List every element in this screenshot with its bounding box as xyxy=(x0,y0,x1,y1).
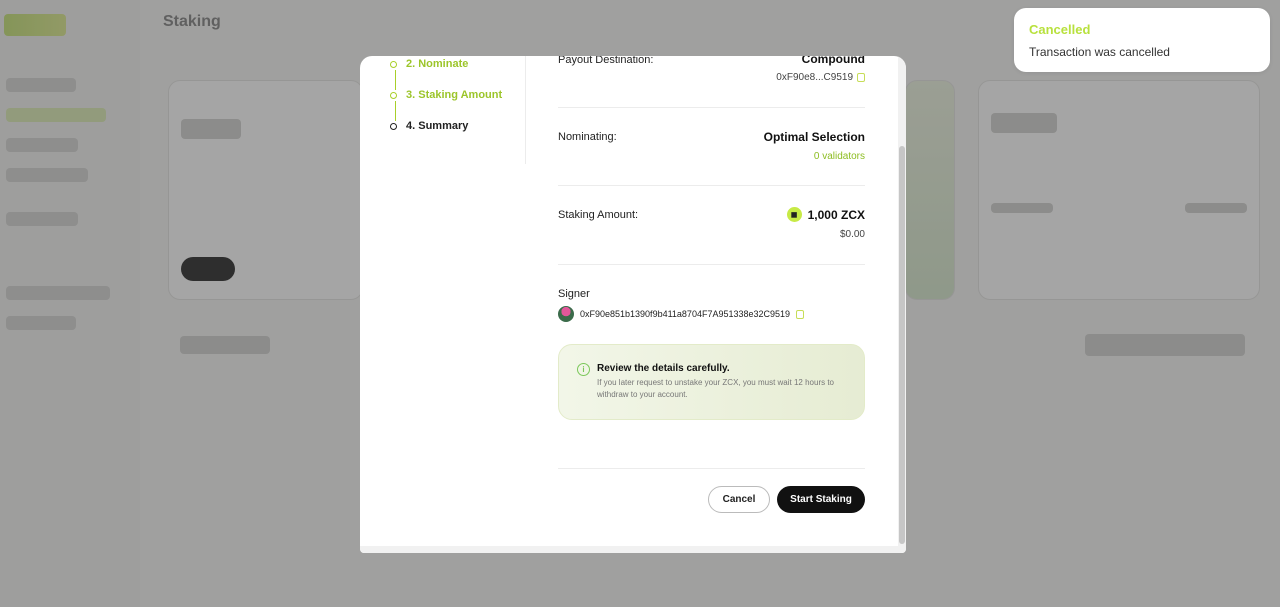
step-check-icon xyxy=(390,91,397,99)
signer-row: 0xF90e851b1390f9b411a8704F7A951338e32C95… xyxy=(558,306,805,322)
step-current-icon xyxy=(390,122,397,130)
step-connector xyxy=(395,101,396,121)
horizontal-scrollbar[interactable] xyxy=(360,546,898,553)
staking-amount-value: 1,000 ZCX xyxy=(807,207,865,222)
payout-address: 0xF90e8...C9519 xyxy=(776,72,853,83)
toast-message: Transaction was cancelled xyxy=(1029,45,1170,59)
divider xyxy=(558,107,865,108)
stepper: 2. Nominate 3. Staking Amount 4. Summary xyxy=(390,56,526,164)
step-connector xyxy=(395,70,396,90)
nominating-value-group: Optimal Selection 0 validators xyxy=(764,130,865,162)
review-notice: i Review the details carefully. If you l… xyxy=(558,344,865,420)
cancel-button[interactable]: Cancel xyxy=(708,486,770,513)
step-check-icon xyxy=(390,60,397,68)
divider xyxy=(558,185,865,186)
zcx-coin-icon: ◼ xyxy=(786,207,802,222)
payout-label: Payout Destination: xyxy=(558,56,654,66)
info-icon: i xyxy=(577,363,590,376)
nominating-label: Nominating: xyxy=(558,131,617,143)
notice-body: If you later request to unstake your ZCX… xyxy=(597,378,835,399)
signer-address: 0xF90e851b1390f9b411a8704F7A951338e32C95… xyxy=(580,309,791,319)
staking-summary-modal: 2. Nominate 3. Staking Amount 4. Summary… xyxy=(360,56,906,553)
step-nominate[interactable]: 2. Nominate xyxy=(390,58,468,70)
copy-icon[interactable] xyxy=(857,73,865,82)
signer-label: Signer xyxy=(558,288,590,300)
step-label: 4. Summary xyxy=(406,120,469,132)
vertical-scrollbar[interactable] xyxy=(898,56,906,553)
copy-icon[interactable] xyxy=(796,309,805,319)
payout-value: Compound xyxy=(801,56,865,66)
divider xyxy=(558,264,865,265)
payout-address-row: 0xF90e8...C9519 xyxy=(776,72,865,83)
validators-count: 0 validators xyxy=(813,151,865,162)
footer-divider xyxy=(558,468,865,469)
step-label: 3. Staking Amount xyxy=(406,89,503,101)
step-staking-amount[interactable]: 3. Staking Amount xyxy=(390,89,502,101)
staking-amount-group: ◼ 1,000 ZCX $0.00 xyxy=(786,207,865,240)
staking-amount-label: Staking Amount: xyxy=(558,209,639,221)
start-staking-button[interactable]: Start Staking xyxy=(777,486,865,513)
nominating-value: Optimal Selection xyxy=(763,130,865,144)
payout-value-group: Compound 0xF90e8...C9519 xyxy=(776,56,865,83)
step-label: 2. Nominate xyxy=(406,58,469,70)
scrollbar-thumb[interactable] xyxy=(899,146,905,544)
staking-amount-usd: $0.00 xyxy=(839,229,865,240)
toast-notification: Cancelled Transaction was cancelled xyxy=(1014,8,1270,72)
toast-title: Cancelled xyxy=(1029,22,1091,37)
notice-title: Review the details carefully. xyxy=(597,363,730,374)
staking-amount-row: ◼ 1,000 ZCX xyxy=(786,207,865,222)
avatar xyxy=(558,306,574,322)
step-summary: 4. Summary xyxy=(390,120,468,132)
